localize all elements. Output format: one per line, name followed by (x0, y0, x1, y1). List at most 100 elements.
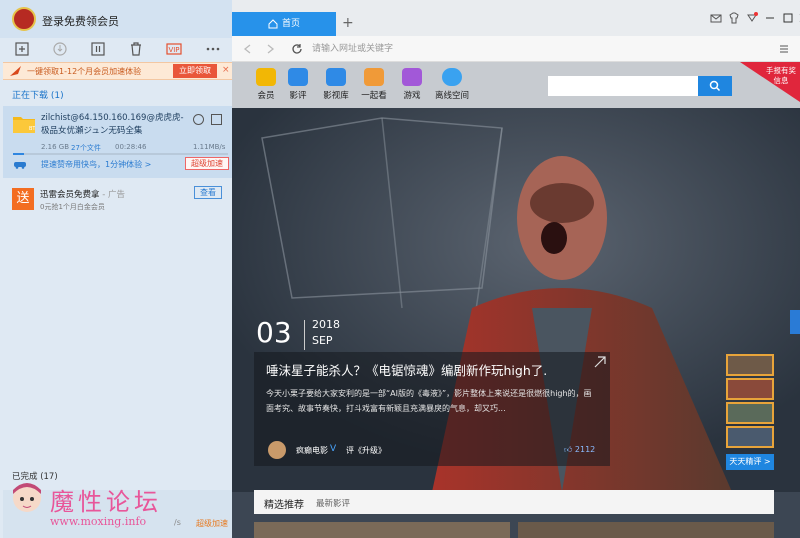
cloud-icon (442, 68, 462, 86)
section-subtitle[interactable]: 最新影评 (316, 497, 350, 509)
tab-home[interactable]: 首页 (232, 12, 336, 36)
nav-label: 一起看 (361, 91, 387, 101)
web-page: 会员 影评 影视库 一起看 游戏 离线空间 手报有奖信息 03 2018 SEP… (232, 62, 800, 538)
rocket-icon (9, 65, 23, 77)
task-name: zilchist@64.150.160.169@虎虎虎-极品女优瀬ジュン无码全集 (41, 113, 184, 136)
pause-icon[interactable] (90, 41, 106, 57)
recommend-card-1[interactable] (254, 522, 510, 538)
car-icon (13, 159, 27, 169)
task-speed: 1.11MB/s (193, 143, 226, 151)
folder-icon: BT (13, 114, 35, 133)
avatar[interactable] (12, 7, 36, 31)
ad-title: 迅雷会员免费拿 - 广告 (40, 188, 125, 200)
tab-home-label: 首页 (281, 19, 300, 29)
add-icon[interactable] (14, 41, 30, 57)
review-target[interactable]: 评《升级》 (346, 445, 386, 456)
more-icon[interactable] (205, 41, 221, 57)
maximize-icon[interactable] (782, 12, 794, 24)
task-progress-bar (13, 153, 228, 155)
likes[interactable]: 👍︎ 2112 (564, 445, 595, 455)
gift-icon: 送 (12, 188, 34, 210)
nav-item-watch-together[interactable]: 一起看 (354, 68, 394, 101)
watch-together-icon (364, 68, 384, 86)
daily-review-button[interactable]: 天天精评 > (726, 454, 774, 470)
ad-title-main: 迅雷会员免费拿 (40, 190, 100, 200)
featured-article[interactable]: 唾沫星子能杀人？《电锯惊魂》编剧新作玩high了. 今天小栗子要给大家安利的是一… (254, 352, 610, 432)
search-button[interactable] (698, 76, 732, 96)
ad-title-suffix: - 广告 (102, 190, 125, 200)
site-search-input[interactable] (548, 76, 698, 96)
author-row: 疯癫电影 V 评《升级》 👍︎ 2112 (254, 432, 610, 466)
nav-label: 影视库 (323, 91, 349, 101)
nav-item-reviews[interactable]: 影评 (278, 68, 318, 101)
date-year: 2018 (312, 318, 340, 331)
thumbnail-3[interactable] (726, 402, 774, 424)
watermark-url: www.moxing.info (50, 515, 147, 528)
nav-item-library[interactable]: 影视库 (316, 68, 356, 101)
thumbnail-2[interactable] (726, 378, 774, 400)
url-input[interactable] (312, 40, 762, 58)
browser-menu-icon[interactable] (778, 43, 790, 55)
scrollbar-thumb[interactable] (790, 310, 800, 334)
section-header: 精选推荐 最新影评 (254, 490, 774, 514)
thumbnail-1[interactable] (726, 354, 774, 376)
recommend-card-2[interactable] (518, 522, 774, 538)
watermark-mascot (8, 480, 46, 520)
watermark-title: 魔性论坛 (50, 488, 162, 516)
verified-badge: V (330, 444, 337, 454)
review-icon (288, 68, 308, 86)
download-task[interactable]: BT zilchist@64.150.160.169@虎虎虎-极品女优瀬ジュン无… (3, 106, 232, 178)
forward-icon[interactable] (264, 43, 276, 55)
search-icon (709, 80, 721, 92)
likes-count: 2112 (574, 445, 596, 454)
close-icon[interactable]: × (222, 65, 232, 75)
site-nav: 会员 影评 影视库 一起看 游戏 离线空间 手报有奖信息 (232, 62, 800, 108)
skin-icon[interactable] (728, 12, 740, 24)
article-summary: 今天小栗子要给大家安利的是一部“AI版的《毒液》”，影片整体上来说还是很燃很hi… (266, 389, 592, 413)
start-icon[interactable] (52, 41, 68, 57)
vip-icon[interactable]: VIP (166, 41, 182, 57)
promo-claim-button[interactable]: 立即领取 (173, 64, 217, 78)
task-folder-open-icon[interactable] (211, 114, 222, 125)
speedup-trial-link[interactable]: 提速赞帝用快鸟，1分钟体验 > (41, 159, 151, 170)
video-library-icon (326, 68, 346, 86)
article-headline[interactable]: 唾沫星子能杀人？《电锯惊魂》编剧新作玩high了. (266, 360, 547, 379)
download-panel: 登录免费领会员 VIP 一键领取1-12个月会员加速体验 立即领取 × 正在下载… (0, 0, 232, 538)
ad-view-button[interactable]: 查看 (194, 186, 222, 199)
home-icon (268, 18, 278, 29)
task-files[interactable]: 27个文件 (71, 143, 101, 153)
author-avatar[interactable] (268, 441, 286, 459)
thumbnail-4[interactable] (726, 426, 774, 448)
thumb-up-icon: 👍︎ (564, 445, 575, 454)
tab-bar: 首页 + (232, 0, 800, 36)
menu-dropdown-icon[interactable] (746, 12, 758, 24)
minimize-icon[interactable] (764, 12, 776, 24)
bottom-speed: /s (174, 518, 181, 527)
delete-icon[interactable] (128, 41, 144, 57)
address-bar (232, 36, 800, 62)
refresh-icon[interactable] (290, 42, 304, 56)
login-link[interactable]: 登录免费领会员 (42, 13, 119, 29)
arrow-up-right-icon[interactable] (592, 354, 608, 370)
nav-label: 离线空间 (434, 91, 469, 101)
nav-label: 游戏 (403, 91, 421, 101)
downloading-header[interactable]: 正在下载 (1) (12, 88, 64, 101)
svg-text:VIP: VIP (168, 46, 179, 54)
promo-banner: 一键领取1-12个月会员加速体验 立即领取 × (3, 62, 232, 80)
task-start-icon[interactable] (193, 114, 204, 125)
bottom-super-speedup[interactable]: 超级加速 (196, 518, 228, 529)
back-icon[interactable] (242, 43, 254, 55)
super-speedup-button[interactable]: 超级加速 (185, 157, 229, 170)
nav-item-games[interactable]: 游戏 (392, 68, 432, 101)
nav-item-offline-space[interactable]: 离线空间 (432, 68, 472, 101)
date-day: 03 (256, 316, 292, 349)
login-bar[interactable]: 登录免费领会员 (0, 0, 232, 38)
new-tab-button[interactable]: + (342, 15, 354, 31)
mail-icon[interactable] (710, 12, 722, 24)
author-name[interactable]: 疯癫电影 (296, 445, 328, 456)
vip-logo-icon (256, 68, 276, 86)
svg-text:BT: BT (29, 126, 35, 132)
section-title[interactable]: 精选推荐 (264, 496, 304, 511)
task-progress-fill (13, 153, 24, 155)
report-corner-badge[interactable]: 手报有奖信息 (740, 62, 800, 102)
